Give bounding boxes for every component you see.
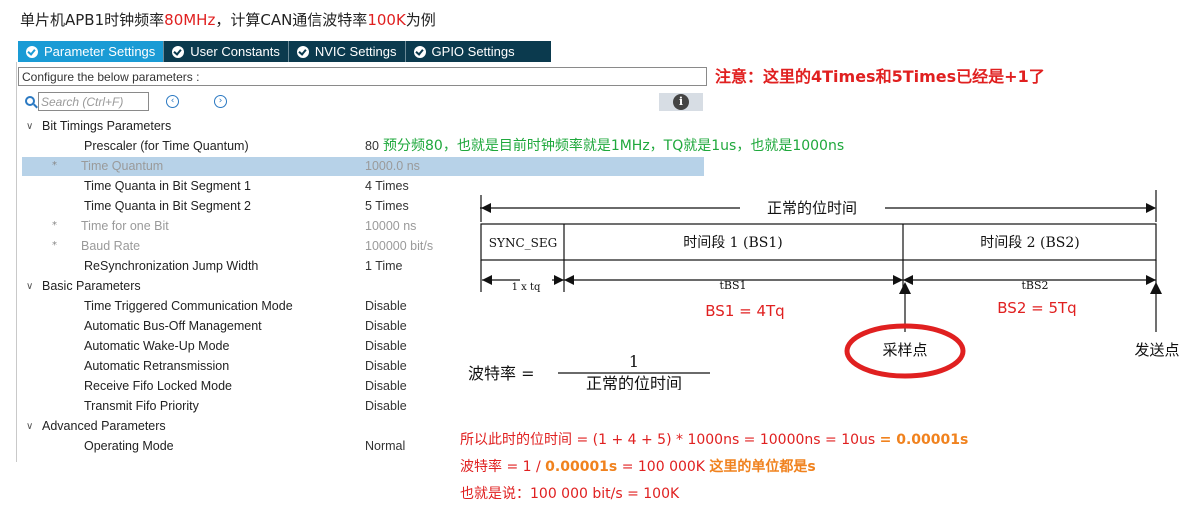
check-circle-icon [296, 45, 309, 58]
search-input[interactable]: Search (Ctrl+F) [38, 92, 149, 111]
param-mode-value[interactable]: Normal [365, 439, 405, 453]
chevron-down-icon[interactable]: ∨ [26, 121, 33, 132]
param-bs2-label: Time Quanta in Bit Segment 2 [84, 199, 251, 213]
tab-bar: Parameter Settings User Constants NVIC S… [18, 41, 551, 62]
param-art-label: Automatic Retransmission [84, 359, 230, 373]
calc-line-1: 所以此时的位时间 = (1 + 4 + 5) * 1000ns = 10000n… [460, 432, 969, 448]
param-rflm-label: Receive Fifo Locked Mode [84, 379, 232, 393]
bs2-equation: BS2 = 5Tq [997, 299, 1076, 317]
param-prescaler-value[interactable]: 80 [365, 139, 379, 153]
param-mode-label: Operating Mode [84, 439, 174, 453]
readonly-marker: * [52, 240, 57, 251]
tab-user-constants[interactable]: User Constants [164, 41, 289, 62]
calc-line-2: 波特率 = 1 / 0.00001s = 100 000K 这里的单位都是s [460, 459, 816, 475]
sync-seg-label: SYNC_SEG [489, 236, 557, 250]
bs1-equation: BS1 = 4Tq [705, 302, 784, 320]
tbs2-label: tBS2 [1021, 279, 1048, 292]
tab-parameter-settings[interactable]: Parameter Settings [18, 41, 165, 62]
group-bit-timings[interactable]: Bit Timings Parameters [42, 119, 171, 133]
baud-formula-denominator: 正常的位时间 [586, 374, 682, 390]
note-annotation: 注意：这里的4Times和5Times已经是+1了 [715, 67, 1045, 86]
param-bs1-value[interactable]: 4 Times [365, 179, 409, 193]
chevron-down-icon[interactable]: ∨ [26, 281, 33, 292]
param-prescaler-label: Prescaler (for Time Quantum) [84, 139, 249, 153]
group-advanced[interactable]: Advanced Parameters [42, 419, 166, 433]
prescaler-annotation: 预分频80，也就是目前时钟频率就是1MHz，TQ就是1us，也就是1000ns [383, 138, 845, 154]
tbs1-label: tBS1 [719, 279, 746, 292]
configure-label: Configure the below parameters : [18, 67, 707, 86]
param-sjw-label: ReSynchronization Jump Width [84, 259, 259, 273]
check-circle-icon [172, 45, 185, 58]
seg1-label: 时间段 1 (BS1) [683, 235, 783, 251]
check-circle-icon [26, 45, 38, 58]
sample-point-label: 采样点 [882, 341, 927, 359]
param-txfp-value[interactable]: Disable [365, 399, 407, 413]
param-art-value[interactable]: Disable [365, 359, 407, 373]
param-time-quantum-label[interactable]: Time Quantum [81, 159, 163, 173]
param-baud-rate-value: 100000 bit/s [365, 239, 434, 253]
param-bs1-label: Time Quanta in Bit Segment 1 [84, 179, 251, 193]
calc-line-3: 也就是说：100 000 bit/s = 100K [460, 486, 680, 502]
tq-label: 1 x tq [512, 282, 541, 293]
previous-icon[interactable]: ‹ [166, 95, 179, 108]
param-sjw-value[interactable]: 1 Time [365, 259, 403, 273]
info-icon[interactable]: i [673, 94, 689, 110]
param-baud-rate-label: Baud Rate [81, 239, 141, 253]
transmit-point-label: 发送点 [1134, 341, 1179, 359]
param-ttcm-value[interactable]: Disable [365, 299, 407, 313]
seg2-label: 时间段 2 (BS2) [980, 235, 1080, 251]
chevron-down-icon[interactable]: ∨ [26, 421, 33, 432]
param-bs2-value[interactable]: 5 Times [365, 199, 409, 213]
tab-nvic-settings[interactable]: NVIC Settings [289, 41, 406, 62]
baud-formula-lhs: 波特率 = [468, 364, 535, 383]
readonly-marker: * [52, 160, 57, 171]
param-awum-value[interactable]: Disable [365, 339, 407, 353]
param-abom-value[interactable]: Disable [365, 319, 407, 333]
panel-border [16, 62, 17, 462]
baud-formula-numerator: 1 [629, 352, 639, 371]
param-txfp-label: Transmit Fifo Priority [84, 399, 199, 413]
check-circle-icon [413, 45, 426, 58]
next-icon[interactable]: › [214, 95, 227, 108]
param-abom-label: Automatic Bus-Off Management [84, 319, 262, 333]
search-icon[interactable] [25, 96, 35, 106]
readonly-marker: * [52, 220, 57, 231]
group-basic[interactable]: Basic Parameters [42, 279, 141, 293]
param-ttcm-label: Time Triggered Communication Mode [84, 299, 293, 313]
param-time-one-bit-value: 10000 ns [365, 219, 417, 233]
normal-bit-time-label: 正常的位时间 [767, 199, 857, 217]
tab-gpio-settings[interactable]: GPIO Settings [406, 41, 523, 62]
param-rflm-value[interactable]: Disable [365, 379, 407, 393]
param-time-quantum-value: 1000.0 ns [365, 159, 420, 173]
bit-timing-diagram: 正常的位时间 SYNC_SEG 时间段 1 (BS1) 时间段 2 (BS2) … [468, 190, 1180, 390]
param-awum-label: Automatic Wake-Up Mode [84, 339, 230, 353]
page-title: 单片机APB1时钟频率80MHz，计算CAN通信波特率100K为例 [20, 11, 436, 29]
param-time-one-bit-label: Time for one Bit [81, 219, 169, 233]
